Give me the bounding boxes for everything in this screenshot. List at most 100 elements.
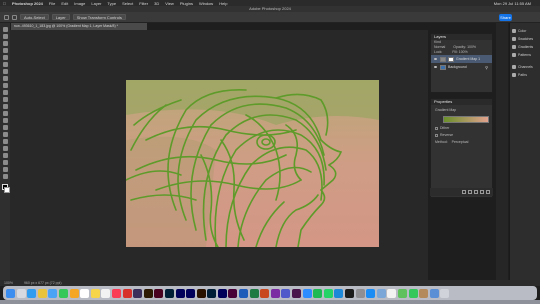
menu-filter[interactable]: Filter [139, 1, 148, 6]
mail-icon[interactable] [48, 288, 58, 298]
document-canvas[interactable] [126, 80, 379, 247]
dither-option[interactable]: Dither [431, 126, 492, 130]
delete-icon[interactable] [486, 190, 490, 194]
eraser-tool-icon[interactable] [2, 104, 8, 109]
quick-select-tool-icon[interactable] [2, 48, 8, 53]
menu-3d[interactable]: 3D [154, 1, 159, 6]
menu-help[interactable]: Help [219, 1, 227, 6]
visibility-eye-icon[interactable] [434, 66, 437, 68]
premiere-icon[interactable] [186, 288, 196, 298]
zoom-tool-icon[interactable] [2, 167, 8, 172]
pen-tool-icon[interactable] [2, 132, 8, 137]
app-menu[interactable]: Photoshop 2024 [12, 1, 43, 6]
slack-icon[interactable] [292, 288, 302, 298]
photoshop-icon[interactable] [164, 288, 174, 298]
blur-tool-icon[interactable] [2, 118, 8, 123]
visibility-eye-icon[interactable] [434, 58, 437, 60]
notes-icon[interactable] [90, 288, 100, 298]
messages-icon[interactable] [58, 288, 68, 298]
menu-type[interactable]: Type [107, 1, 116, 6]
calendar-icon[interactable] [80, 288, 90, 298]
clone-stamp-tool-icon[interactable] [2, 90, 8, 95]
dodge-tool-icon[interactable] [2, 125, 8, 130]
word-icon[interactable] [239, 288, 249, 298]
reverse-option[interactable]: Reverse [431, 133, 492, 137]
layer-mask-thumbnail[interactable] [448, 56, 454, 62]
maps-icon[interactable] [397, 288, 407, 298]
lightroom-icon[interactable] [207, 288, 217, 298]
method-select[interactable]: Perceptual [452, 140, 469, 144]
hand-tool-icon[interactable] [2, 160, 8, 165]
eyedropper-tool-icon[interactable] [2, 69, 8, 74]
view-previous-icon[interactable] [468, 190, 472, 194]
teams-icon[interactable] [281, 288, 291, 298]
app-store-icon[interactable] [366, 288, 376, 298]
bridge-icon[interactable] [196, 288, 206, 298]
path-select-tool-icon[interactable] [2, 146, 8, 151]
brush-tool-icon[interactable] [2, 83, 8, 88]
apple-icon[interactable]:  [3, 1, 6, 6]
terminal-icon[interactable] [345, 288, 354, 298]
xd-icon[interactable] [228, 288, 238, 298]
powerpoint-icon[interactable] [260, 288, 270, 298]
spotify-icon[interactable] [313, 288, 323, 298]
toggle-visibility-icon[interactable] [480, 190, 484, 194]
audition-icon[interactable] [217, 288, 227, 298]
rectangle-tool-icon[interactable] [2, 153, 8, 158]
document-tab[interactable]: ruw-.493610_1_183.jpg @ 100% (Gradient M… [11, 23, 147, 30]
dock-swatches[interactable]: Swatches [510, 35, 540, 43]
more-tools-icon[interactable] [2, 174, 8, 179]
facetime-icon[interactable] [408, 288, 418, 298]
auto-select-checkbox[interactable]: Auto-Select [20, 14, 49, 20]
gradient-tool-icon[interactable] [2, 111, 8, 116]
move-tool-icon[interactable] [12, 14, 17, 20]
finder-icon[interactable] [6, 288, 15, 298]
crop-tool-icon[interactable] [2, 55, 8, 60]
trash-icon[interactable] [440, 288, 450, 298]
menu-edit[interactable]: Edit [61, 1, 68, 6]
lasso-tool-icon[interactable] [2, 41, 8, 46]
menu-window[interactable]: Window [199, 1, 213, 6]
settings-icon[interactable] [355, 288, 365, 298]
zoom-icon[interactable] [302, 288, 312, 298]
menu-select[interactable]: Select [122, 1, 133, 6]
dock-patterns[interactable]: Patterns [510, 51, 540, 59]
after-effects-icon[interactable] [175, 288, 185, 298]
textedit-icon[interactable] [387, 288, 397, 298]
music-icon[interactable] [111, 288, 121, 298]
healing-brush-tool-icon[interactable] [2, 76, 8, 81]
illustrator-icon[interactable] [143, 288, 153, 298]
marquee-tool-icon[interactable] [2, 34, 8, 39]
reset-icon[interactable] [474, 190, 478, 194]
target-select[interactable]: Layer [51, 14, 70, 20]
menu-view[interactable]: View [165, 1, 174, 6]
downloads-icon[interactable] [429, 288, 439, 298]
layer-gradient-map[interactable]: Gradient Map 1 [431, 55, 492, 63]
history-brush-tool-icon[interactable] [2, 97, 8, 102]
panel-collapse-strip[interactable] [496, 23, 508, 280]
reverse-checkbox[interactable] [435, 133, 438, 137]
dock-channels[interactable]: Channels [510, 63, 540, 71]
type-tool-icon[interactable] [2, 139, 8, 144]
acrobat-icon[interactable] [122, 288, 132, 298]
clip-to-layer-icon[interactable] [462, 190, 466, 194]
creative-cloud-icon[interactable] [133, 288, 143, 298]
gradient-preview[interactable] [443, 116, 489, 123]
document-dimensions[interactable]: 960 px x 677 px (72 ppi) [24, 281, 62, 285]
show-transform-checkbox[interactable]: Show Transform Controls [72, 14, 126, 20]
vscode-icon[interactable] [334, 288, 344, 298]
preview-icon[interactable] [376, 288, 386, 298]
home-icon[interactable] [4, 14, 9, 20]
menu-layer[interactable]: Layer [91, 1, 101, 6]
indesign-icon[interactable] [154, 288, 164, 298]
launchpad-icon[interactable] [16, 288, 26, 298]
contacts-icon[interactable] [419, 288, 429, 298]
frame-tool-icon[interactable] [2, 62, 8, 67]
photos-icon[interactable] [69, 288, 79, 298]
dock-color[interactable]: Color [510, 27, 540, 35]
properties-panel-title[interactable]: Properties [431, 99, 492, 105]
menu-plugins[interactable]: Plugins [180, 1, 193, 6]
zoom-level[interactable]: 100% [4, 281, 13, 285]
whatsapp-icon[interactable] [323, 288, 333, 298]
fill-field[interactable]: Fill: 100% [452, 50, 467, 55]
